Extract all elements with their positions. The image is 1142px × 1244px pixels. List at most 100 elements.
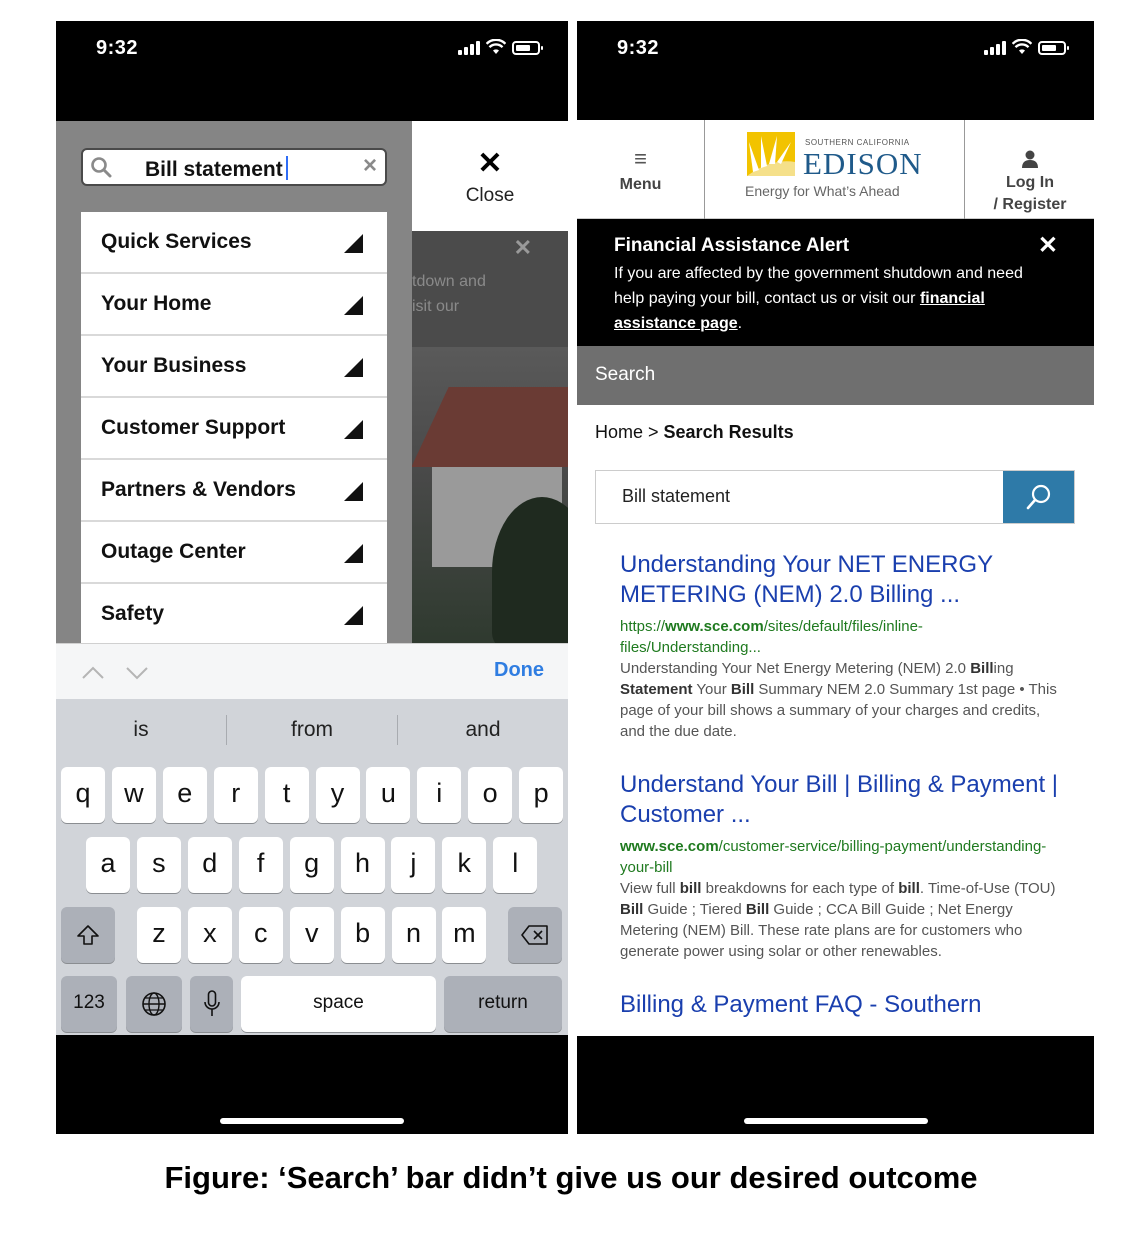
search-input[interactable]: Bill statement × bbox=[81, 148, 387, 186]
key-q[interactable]: q bbox=[61, 767, 105, 823]
numbers-key[interactable]: 123 bbox=[61, 976, 117, 1032]
menu-item-your-home[interactable]: Your Home bbox=[81, 274, 387, 336]
right-phone-screenshot: 9:32 ≡ Menu SOUTHERN CALIFORNIA EDISON E… bbox=[577, 21, 1094, 1134]
key-g[interactable]: g bbox=[289, 837, 334, 893]
key-f[interactable]: f bbox=[238, 837, 283, 893]
menu-item-label: Your Business bbox=[101, 354, 247, 377]
key-o[interactable]: o bbox=[468, 767, 513, 823]
result-title-link[interactable]: Billing & Payment FAQ - Southern bbox=[620, 990, 1060, 1020]
key-k[interactable]: k bbox=[442, 837, 487, 893]
key-x[interactable]: x bbox=[187, 907, 232, 963]
home-indicator bbox=[743, 1118, 928, 1124]
key-n[interactable]: n bbox=[391, 907, 436, 963]
done-button[interactable]: Done bbox=[494, 659, 544, 682]
key-i[interactable]: i bbox=[417, 767, 462, 823]
sce-logo[interactable]: SOUTHERN CALIFORNIA EDISON Energy for Wh… bbox=[705, 120, 965, 219]
result-title-link[interactable]: Understanding Your NET ENERGY METERING (… bbox=[620, 550, 1060, 610]
clear-search-icon[interactable]: × bbox=[363, 152, 377, 180]
close-button[interactable]: ✕ Close bbox=[412, 121, 568, 231]
close-icon[interactable]: ✕ bbox=[1038, 231, 1058, 260]
key-l[interactable]: l bbox=[493, 837, 538, 893]
key-e[interactable]: e bbox=[162, 767, 207, 823]
house-photo bbox=[412, 347, 568, 643]
breadcrumb-home[interactable]: Home bbox=[595, 422, 643, 442]
text-cursor bbox=[285, 156, 288, 180]
menu-item-label: Customer Support bbox=[101, 416, 286, 439]
key-r[interactable]: r bbox=[213, 767, 258, 823]
space-key[interactable]: space bbox=[241, 976, 436, 1032]
menu-item-safety[interactable]: Safety bbox=[81, 584, 387, 646]
return-key[interactable]: return bbox=[444, 976, 562, 1032]
key-b[interactable]: b bbox=[340, 907, 385, 963]
results-search-field[interactable]: Bill statement bbox=[595, 470, 1075, 524]
alert-title: Financial Assistance Alert bbox=[614, 235, 850, 256]
result-snippet: Understanding Your Net Energy Metering (… bbox=[620, 660, 1057, 740]
expand-arrow-icon bbox=[344, 234, 363, 253]
key-s[interactable]: s bbox=[136, 837, 181, 893]
battery-icon bbox=[1038, 41, 1069, 55]
previous-field-icon[interactable] bbox=[82, 662, 104, 684]
dictation-key[interactable] bbox=[190, 976, 233, 1032]
expand-arrow-icon bbox=[344, 544, 363, 563]
left-phone-screenshot: 9:32 ✕ Close ✕ tdown and isit our Bill s… bbox=[56, 21, 568, 1134]
menu-item-your-business[interactable]: Your Business bbox=[81, 336, 387, 398]
result-url: www.sce.com/customer-service/billing-pay… bbox=[620, 838, 1047, 876]
hamburger-icon: ≡ bbox=[634, 146, 647, 171]
status-time: 9:32 bbox=[96, 37, 139, 59]
menu-button[interactable]: ≡ Menu bbox=[577, 120, 705, 219]
menu-list: Quick Services Your Home Your Business C… bbox=[81, 212, 387, 646]
microphone-icon bbox=[203, 990, 220, 1016]
menu-item-quick-services[interactable]: Quick Services bbox=[81, 212, 387, 274]
menu-label: Menu bbox=[619, 176, 662, 193]
shift-key[interactable] bbox=[61, 907, 115, 963]
search-section-bar[interactable]: Search bbox=[577, 346, 1094, 405]
search-query: Bill statement bbox=[145, 156, 288, 182]
key-j[interactable]: j bbox=[391, 837, 436, 893]
expand-arrow-icon bbox=[344, 358, 363, 377]
suggestion-item[interactable]: is bbox=[56, 718, 226, 742]
key-h[interactable]: h bbox=[340, 837, 385, 893]
backspace-key[interactable] bbox=[508, 907, 562, 963]
key-u[interactable]: u bbox=[366, 767, 411, 823]
home-indicator bbox=[220, 1118, 404, 1124]
menu-item-label: Partners & Vendors bbox=[101, 478, 296, 501]
suggestion-item[interactable]: from bbox=[227, 718, 397, 742]
next-field-icon[interactable] bbox=[126, 662, 148, 684]
menu-item-label: Safety bbox=[101, 602, 165, 625]
user-icon bbox=[1022, 150, 1038, 168]
key-m[interactable]: m bbox=[442, 907, 487, 963]
search-result: Understanding Your NET ENERGY METERING (… bbox=[620, 550, 1060, 742]
key-z[interactable]: z bbox=[137, 907, 181, 963]
key-v[interactable]: v bbox=[289, 907, 334, 963]
menu-item-customer-support[interactable]: Customer Support bbox=[81, 398, 387, 460]
login-button[interactable]: Log In / Register bbox=[966, 120, 1094, 219]
breadcrumb: Home > Search Results bbox=[595, 422, 794, 442]
background-alert-text: tdown and bbox=[412, 273, 486, 290]
result-title-link[interactable]: Understand Your Bill | Billing & Payment… bbox=[620, 770, 1060, 830]
key-c[interactable]: c bbox=[238, 907, 283, 963]
key-w[interactable]: w bbox=[111, 767, 156, 823]
search-button[interactable] bbox=[1003, 471, 1074, 523]
expand-arrow-icon bbox=[344, 482, 363, 501]
globe-key[interactable] bbox=[126, 976, 182, 1032]
suggestion-bar: is from and bbox=[56, 699, 568, 759]
result-snippet: View full bill breakdowns for each type … bbox=[620, 880, 1056, 960]
key-p[interactable]: p bbox=[519, 767, 564, 823]
key-a[interactable]: a bbox=[86, 837, 130, 893]
keyboard-accessory-bar: Done bbox=[56, 643, 568, 699]
menu-item-outage-center[interactable]: Outage Center bbox=[81, 522, 387, 584]
menu-item-label: Quick Services bbox=[101, 230, 252, 253]
expand-arrow-icon bbox=[344, 420, 363, 439]
globe-icon bbox=[142, 992, 166, 1016]
backspace-icon bbox=[521, 925, 548, 945]
key-y[interactable]: y bbox=[315, 767, 360, 823]
menu-item-partners-vendors[interactable]: Partners & Vendors bbox=[81, 460, 387, 522]
signal-icon bbox=[984, 41, 1006, 55]
wifi-icon bbox=[486, 39, 506, 54]
key-t[interactable]: t bbox=[264, 767, 309, 823]
suggestion-item[interactable]: and bbox=[398, 718, 568, 742]
result-url: https://www.sce.com/sites/default/files/… bbox=[620, 618, 923, 656]
key-d[interactable]: d bbox=[187, 837, 232, 893]
background-alert-text: isit our bbox=[412, 298, 460, 315]
site-header: ≡ Menu SOUTHERN CALIFORNIA EDISON Energy… bbox=[577, 120, 1094, 219]
